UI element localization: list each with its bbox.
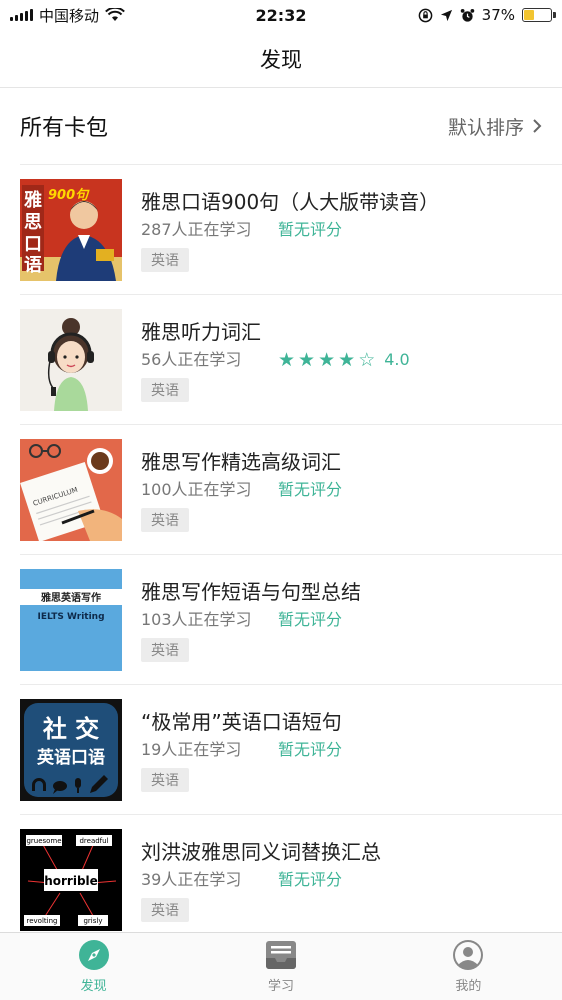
item-title: 刘洪波雅思同义词替换汇总	[141, 839, 381, 864]
star-filled-icon: ★	[278, 348, 296, 371]
page-title: 发现	[0, 30, 562, 88]
item-meta: 287人正在学习 暂无评分	[141, 218, 439, 242]
cover-ielts-speaking-900: 雅 思 口 语 900句	[20, 178, 122, 281]
item-title: “极常用”英语口语短句	[141, 709, 342, 734]
cover-word: revolting	[27, 917, 58, 925]
user-icon	[453, 940, 484, 970]
card-pack-list: 雅 思 口 语 900句 雅思口语900句（人大版带读音） 287人正在学习 暂…	[20, 164, 562, 944]
battery-percent: 37%	[481, 6, 515, 24]
rating-label: 暂无评分	[278, 739, 343, 759]
item-meta: 56人正在学习 ★ ★ ★ ★ ☆ 4.0	[141, 348, 410, 372]
item-info: 雅思口语900句（人大版带读音） 287人正在学习 暂无评分 英语	[141, 188, 439, 272]
svg-text:思: 思	[24, 212, 42, 233]
learner-count: 103人正在学习	[141, 609, 252, 629]
sort-label: 默认排序	[447, 116, 524, 139]
list-item[interactable]: 雅思听力词汇 56人正在学习 ★ ★ ★ ★ ☆ 4.0 英语	[20, 294, 562, 424]
tab-label: 发现	[80, 979, 107, 994]
cover-ielts-synonyms: gruesome dreadful horrible revolting gri…	[20, 828, 122, 931]
rating-label: 暂无评分	[278, 219, 343, 239]
section-header: 所有卡包 默认排序	[0, 88, 562, 164]
learner-count: 19人正在学习	[141, 739, 242, 759]
rating-label: 暂无评分	[278, 869, 343, 889]
cover-word: grisly	[83, 917, 102, 925]
item-meta: 100人正在学习 暂无评分	[141, 478, 342, 502]
category-tag: 英语	[141, 767, 189, 792]
status-left: 中国移动	[10, 5, 125, 26]
rating-label: 暂无评分	[278, 609, 343, 629]
item-info: 雅思写作精选高级词汇 100人正在学习 暂无评分 英语	[141, 448, 342, 532]
tab-label: 学习	[267, 979, 294, 994]
item-meta: 39人正在学习 暂无评分	[141, 868, 381, 892]
learner-count: 56人正在学习	[141, 349, 242, 369]
cover-ielts-writing-phrases: 雅思英语写作 IELTS Writing	[20, 568, 122, 671]
tab-study[interactable]: 学习	[187, 933, 374, 1000]
cover-word-center: horrible	[44, 874, 98, 888]
battery-level	[524, 10, 534, 20]
svg-text:语: 语	[24, 255, 42, 276]
cover-title-sub: 英语口语	[37, 747, 105, 768]
tab-discover[interactable]: 发现	[0, 933, 187, 1000]
learner-count: 287人正在学习	[141, 219, 252, 239]
status-right: 37%	[418, 6, 556, 24]
cover-spoken-english: 社 交 英语口语	[20, 698, 122, 801]
item-title: 雅思听力词汇	[141, 319, 261, 344]
cover-ielts-listening	[20, 308, 122, 411]
location-icon	[440, 9, 452, 21]
section-title: 所有卡包	[20, 116, 109, 141]
rating-label: 暂无评分	[278, 479, 343, 499]
stars: ★ ★ ★ ★ ☆	[278, 348, 378, 372]
signal-icon	[10, 9, 33, 21]
item-meta: 103人正在学习 暂无评分	[141, 608, 361, 632]
item-title: 雅思口语900句（人大版带读音）	[141, 189, 440, 214]
tab-bar: 发现 学习 我的	[0, 932, 562, 1000]
item-info: 刘洪波雅思同义词替换汇总 39人正在学习 暂无评分 英语	[141, 838, 381, 922]
list-item[interactable]: 雅 思 口 语 900句 雅思口语900句（人大版带读音） 287人正在学习 暂…	[20, 164, 562, 294]
inbox-icon	[265, 941, 296, 969]
wifi-icon	[105, 8, 125, 21]
item-info: 雅思写作短语与句型总结 103人正在学习 暂无评分 英语	[141, 578, 361, 662]
star-rating: ★ ★ ★ ★ ☆ 4.0	[278, 348, 410, 372]
category-tag: 英语	[141, 377, 189, 402]
list-item[interactable]: gruesome dreadful horrible revolting gri…	[20, 814, 562, 944]
svg-text:雅: 雅	[23, 189, 42, 211]
status-bar: 中国移动 22:32 37%	[0, 0, 562, 30]
list-item[interactable]: CURRICULUM 雅思写作精选高级词汇 100人正在学习 暂无评分 英语	[20, 424, 562, 554]
star-filled-icon: ★	[338, 348, 356, 371]
item-info: “极常用”英语口语短句 19人正在学习 暂无评分 英语	[141, 708, 342, 792]
alarm-icon	[460, 8, 474, 22]
compass-icon	[78, 940, 109, 970]
category-tag: 英语	[141, 507, 189, 532]
learner-count: 39人正在学习	[141, 869, 242, 889]
rating-score: 4.0	[384, 349, 410, 369]
cover-word: dreadful	[79, 837, 108, 845]
carrier-label: 中国移动	[39, 6, 100, 25]
star-empty-icon: ☆	[358, 348, 376, 371]
category-tag: 英语	[141, 897, 189, 922]
category-tag: 英语	[141, 247, 189, 272]
cover-title-main: 社 交	[43, 715, 99, 743]
list-item[interactable]: 雅思英语写作 IELTS Writing 雅思写作短语与句型总结 103人正在学…	[20, 554, 562, 684]
tab-label: 我的	[455, 979, 482, 994]
list-item[interactable]: 社 交 英语口语 “极常用”英语口语短句 19人正在学习 暂无评分 英语	[20, 684, 562, 814]
category-tag: 英语	[141, 637, 189, 662]
item-title: 雅思写作短语与句型总结	[141, 579, 361, 604]
item-meta: 19人正在学习 暂无评分	[141, 738, 342, 762]
item-title: 雅思写作精选高级词汇	[141, 449, 341, 474]
star-filled-icon: ★	[298, 348, 316, 371]
cover-ielts-writing-vocabulary: CURRICULUM	[20, 438, 122, 541]
learner-count: 100人正在学习	[141, 479, 252, 499]
svg-text:900句: 900句	[48, 187, 90, 203]
lock-rotation-icon	[418, 8, 432, 22]
cover-title-cn: 雅思英语写作	[41, 591, 101, 604]
cover-word: gruesome	[26, 837, 61, 845]
svg-text:口: 口	[24, 234, 42, 255]
tab-me[interactable]: 我的	[375, 933, 562, 1000]
battery-icon	[522, 8, 556, 22]
chevron-right-icon	[533, 119, 542, 133]
item-info: 雅思听力词汇 56人正在学习 ★ ★ ★ ★ ☆ 4.0 英语	[141, 318, 410, 402]
sort-button[interactable]: 默认排序	[448, 113, 542, 140]
cover-title-en: IELTS Writing	[37, 612, 104, 622]
star-filled-icon: ★	[318, 348, 336, 371]
